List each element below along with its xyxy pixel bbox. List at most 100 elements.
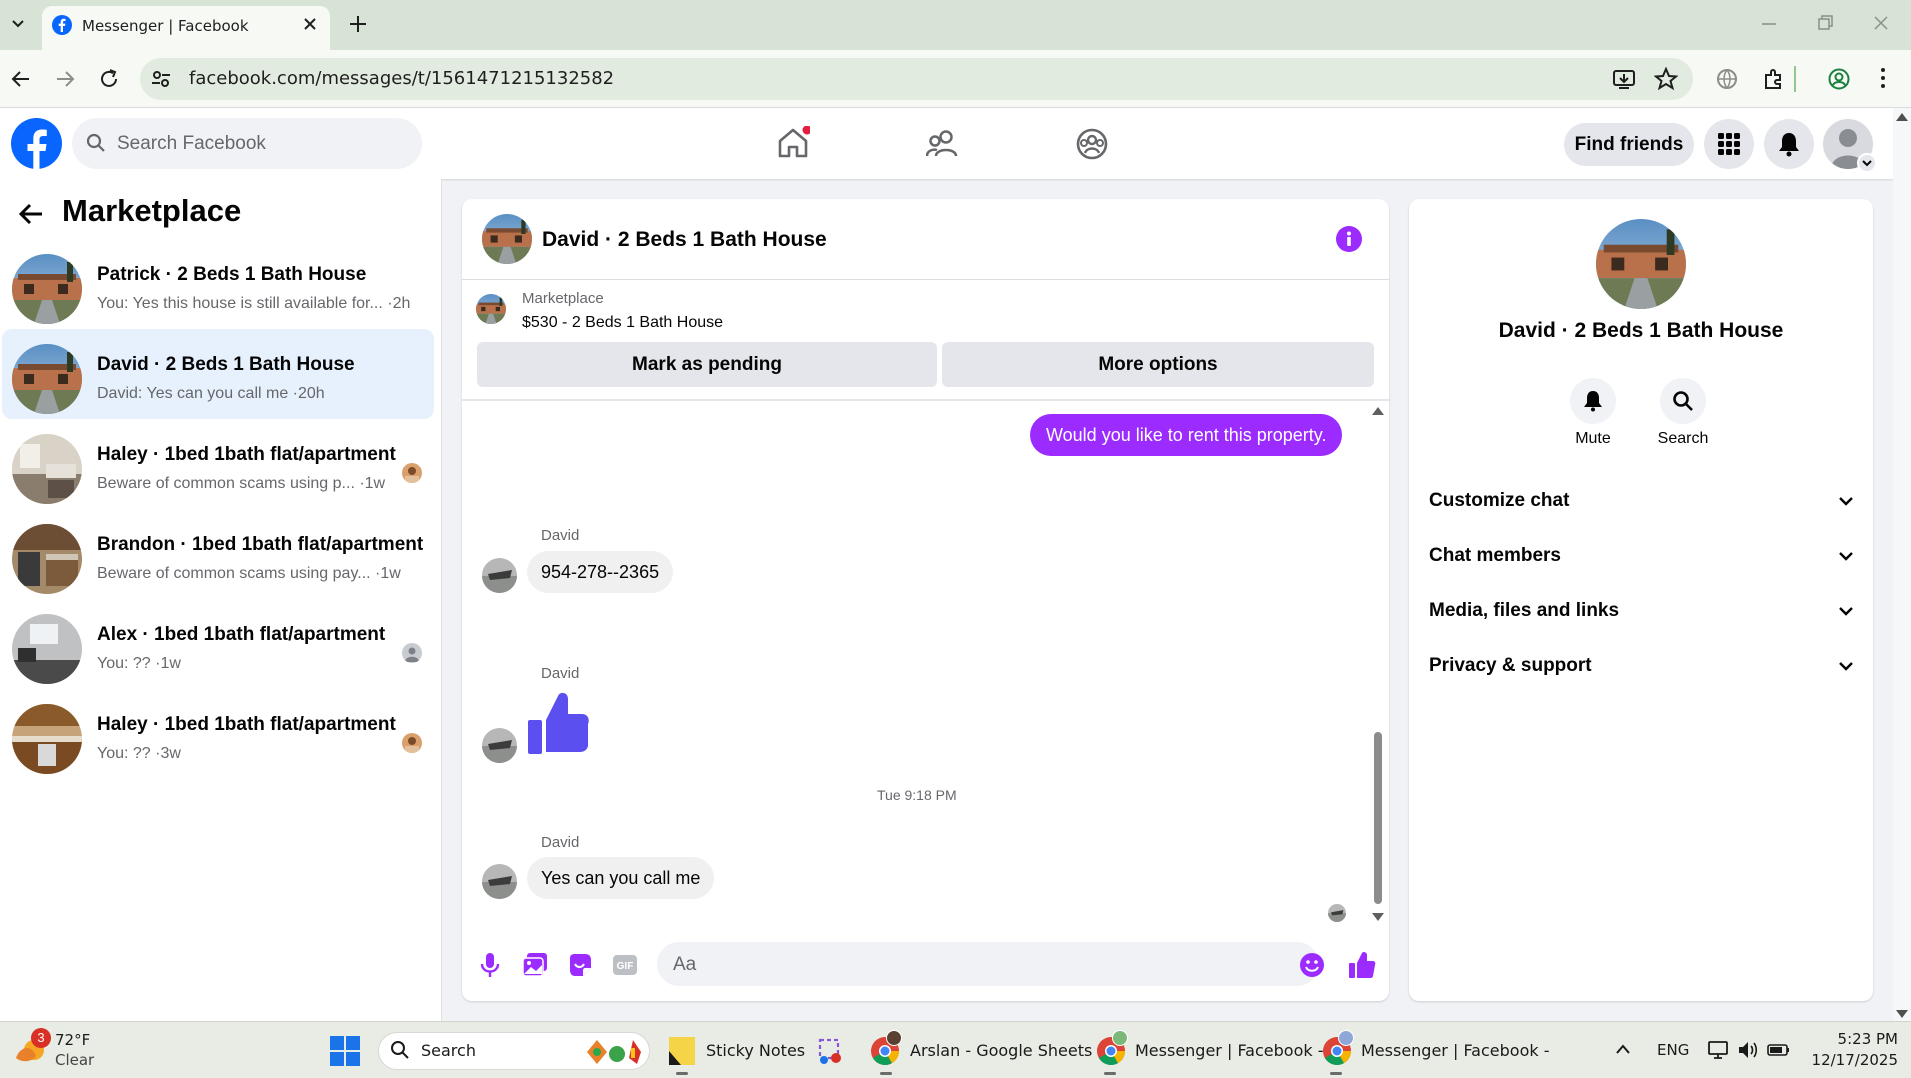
chat-members-row[interactable]: Chat members (1429, 534, 1854, 578)
sender-avatar[interactable] (482, 864, 517, 899)
privacy-support-row[interactable]: Privacy & support (1429, 644, 1854, 688)
chat-scrollbar[interactable] (1370, 402, 1386, 922)
input-language[interactable]: ENG (1657, 1041, 1689, 1059)
account-chevron[interactable] (1857, 153, 1877, 173)
conversation-item[interactable]: Haley · 1bed 1bath flat/apartment You: ?… (0, 689, 432, 779)
tab-search-button[interactable] (6, 12, 30, 36)
incoming-message-bubble[interactable]: Yes can you call me (527, 857, 715, 899)
weather-desc: Clear (55, 1051, 95, 1069)
chat-title[interactable]: David · 2 Beds 1 Bath House (542, 228, 827, 252)
message-input[interactable] (657, 942, 1319, 986)
conversation-snippet: Beware of common scams using p... ·1w (97, 475, 386, 492)
translate-globe-icon[interactable] (1715, 67, 1739, 91)
conversation-item[interactable]: Brandon · 1bed 1bath flat/apartment Bewa… (0, 509, 432, 599)
browser-menu-icon[interactable] (1878, 66, 1888, 90)
thumbs-up-sticker-icon[interactable] (526, 690, 590, 756)
outgoing-message-bubble[interactable]: Would you like to rent this property. (1030, 414, 1343, 456)
mark-as-pending-button[interactable]: Mark as pending (477, 342, 937, 387)
chat-info-icon[interactable] (1336, 226, 1362, 252)
home-icon[interactable] (776, 126, 810, 160)
conversation-snippet: You: ?? ·1w (97, 655, 181, 672)
thumbs-up-send-icon[interactable] (1348, 951, 1376, 979)
clock-date[interactable]: 12/17/2025 (1808, 1051, 1898, 1069)
menu-grid-button[interactable] (1704, 119, 1754, 169)
media-files-links-row[interactable]: Media, files and links (1429, 589, 1854, 633)
listing-thumbnail (12, 704, 82, 774)
reload-icon[interactable] (98, 68, 120, 90)
notifications-button[interactable] (1764, 119, 1814, 169)
back-arrow-icon[interactable] (10, 68, 32, 90)
bell-icon (1584, 391, 1602, 412)
running-indicator (676, 1072, 688, 1075)
svg-text:GIF: GIF (617, 961, 634, 972)
forward-arrow-icon[interactable] (54, 68, 76, 90)
sender-avatar[interactable] (482, 558, 517, 593)
search-label: Search (1657, 430, 1709, 447)
new-tab-icon[interactable] (348, 14, 368, 34)
taskbar-app-label[interactable]: Arslan - Google Sheets (910, 1041, 1092, 1060)
profile-badge (1112, 1030, 1128, 1046)
taskbar-app-label[interactable]: Messenger | Facebook - (1361, 1041, 1549, 1060)
conversation-item[interactable]: Alex · 1bed 1bath flat/apartment You: ??… (0, 599, 432, 689)
conversation-snippet: David: Yes can you call me ·20h (97, 385, 325, 402)
seen-avatar-icon (402, 643, 422, 663)
sticker-icon[interactable] (567, 952, 593, 978)
friends-icon[interactable] (926, 128, 960, 160)
chevron-down-icon (1862, 160, 1872, 167)
running-indicator (1104, 1072, 1116, 1075)
install-app-icon[interactable] (1612, 68, 1636, 90)
listing-thumbnail (12, 524, 82, 594)
running-indicator (1330, 1072, 1342, 1075)
conversation-snippet: You: ?? ·3w (97, 745, 181, 762)
running-indicator (880, 1072, 892, 1075)
sticky-notes-icon[interactable] (669, 1037, 695, 1065)
emoji-icon[interactable] (1299, 952, 1325, 978)
tray-chevron-up-icon[interactable] (1615, 1043, 1631, 1055)
photo-icon[interactable] (522, 952, 548, 978)
chevron-down-icon (1839, 607, 1853, 616)
search-highlight-icon (583, 1038, 645, 1066)
taskbar-app-label[interactable]: Messenger | Facebook - (1135, 1041, 1323, 1060)
display-icon[interactable] (1707, 1039, 1729, 1061)
tab-close-icon[interactable] (302, 16, 318, 32)
window-close-icon[interactable] (1872, 14, 1890, 32)
conversation-name: Alex · 1bed 1bath flat/apartment (97, 624, 386, 645)
site-settings-icon[interactable] (150, 68, 172, 90)
facebook-logo-icon[interactable] (11, 118, 62, 169)
chevron-down-icon (12, 20, 24, 28)
conversation-item[interactable]: Patrick · 2 Beds 1 Bath House You: Yes t… (0, 239, 432, 329)
page-scrollbar[interactable] (1893, 108, 1911, 1021)
groups-icon[interactable] (1075, 127, 1109, 161)
details-title: David · 2 Beds 1 Bath House (1498, 319, 1784, 342)
profile-icon[interactable] (1827, 67, 1851, 91)
extensions-puzzle-icon[interactable] (1762, 67, 1786, 91)
find-friends-button[interactable]: Find friends (1564, 123, 1694, 166)
listing-title[interactable]: $530 - 2 Beds 1 Bath House (522, 314, 723, 332)
listing-thumbnail (12, 344, 82, 414)
search-in-chat-button[interactable] (1660, 378, 1706, 424)
customize-chat-row[interactable]: Customize chat (1429, 479, 1854, 523)
battery-icon[interactable] (1767, 1039, 1791, 1061)
chat-listing-avatar[interactable] (482, 214, 532, 264)
incoming-message-bubble[interactable]: 954-278--2365 (527, 551, 674, 593)
more-options-button[interactable]: More options (942, 342, 1374, 387)
mute-button[interactable] (1570, 378, 1616, 424)
snipping-tool-icon[interactable] (816, 1036, 846, 1066)
details-avatar[interactable] (1596, 219, 1686, 309)
search-icon (390, 1040, 410, 1060)
bookmark-star-icon[interactable] (1654, 67, 1678, 91)
microphone-icon[interactable] (480, 952, 500, 978)
sender-avatar[interactable] (482, 728, 517, 763)
gif-icon[interactable]: GIF (612, 954, 638, 976)
back-arrow-icon[interactable] (18, 202, 44, 226)
windows-start-icon[interactable] (330, 1036, 360, 1066)
minimize-icon[interactable] (1760, 14, 1778, 32)
url-text[interactable]: facebook.com/messages/t/1561471215132582 (189, 68, 614, 89)
conversation-item-active[interactable]: David · 2 Beds 1 Bath House David: Yes c… (2, 329, 434, 419)
restore-icon[interactable] (1816, 14, 1834, 32)
clock-time[interactable]: 5:23 PM (1818, 1030, 1898, 1048)
message-sender: David (541, 665, 580, 682)
volume-icon[interactable] (1737, 1039, 1759, 1061)
conversation-item[interactable]: Haley · 1bed 1bath flat/apartment Beware… (0, 419, 432, 509)
taskbar-app-label[interactable]: Sticky Notes (706, 1041, 805, 1060)
